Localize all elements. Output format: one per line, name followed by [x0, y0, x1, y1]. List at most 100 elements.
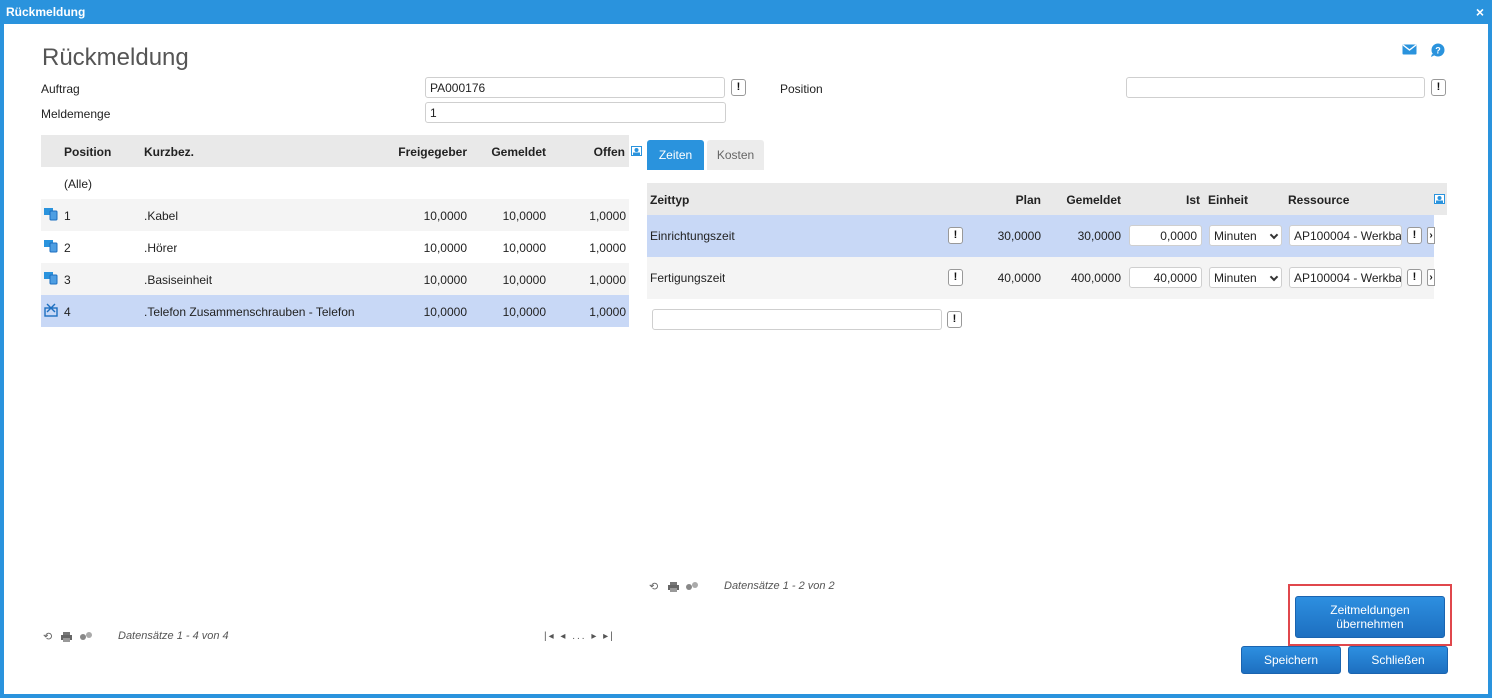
col-freigegeber[interactable]: Freigegeber — [371, 145, 467, 159]
button-label-line2: übernehmen — [1336, 617, 1404, 631]
col-ressource[interactable]: Ressource — [1288, 193, 1349, 207]
column-chooser-icon[interactable] — [1434, 194, 1445, 204]
page-title: Rückmeldung — [42, 44, 189, 71]
ressource-lookup-button[interactable]: ! — [1407, 269, 1422, 286]
tab-zeiten[interactable]: Zeiten — [647, 140, 704, 170]
row-gemeldet: 10,0000 — [502, 209, 546, 223]
row-position: 4 — [64, 305, 71, 319]
table-row[interactable]: 2 .Hörer 10,0000 10,0000 1,0000 — [41, 231, 629, 263]
svg-text:?: ? — [1435, 46, 1441, 56]
button-label-line1: Zeitmeldungen — [1330, 603, 1410, 617]
row-freigegeber: 10,0000 — [423, 273, 467, 287]
first-page-icon[interactable]: |◂ — [544, 631, 556, 642]
row-gemeldet: 10,0000 — [502, 305, 546, 319]
row-offen: 1,0000 — [589, 273, 626, 287]
tab-kosten[interactable]: Kosten — [707, 140, 764, 170]
einheit-value: Minuten — [1214, 271, 1257, 285]
next-page-icon[interactable]: ▸ — [591, 631, 598, 642]
refresh-icon[interactable]: ⟲ — [649, 580, 658, 593]
print-icon[interactable] — [61, 632, 72, 642]
column-chooser-icon[interactable] — [631, 146, 642, 156]
meldemenge-input[interactable]: 1 — [425, 102, 726, 123]
prev-page-icon[interactable]: ◂ — [560, 631, 567, 642]
row-offen: 1,0000 — [589, 241, 626, 255]
table-row[interactable]: 1 .Kabel 10,0000 10,0000 1,0000 — [41, 199, 629, 231]
new-zeittyp-input[interactable] — [652, 309, 942, 330]
table-row[interactable]: 3 .Basiseinheit 10,0000 10,0000 1,0000 — [41, 263, 629, 295]
ressource-lookup-button[interactable]: ! — [1407, 227, 1422, 244]
col-gemeldet[interactable]: Gemeldet — [1042, 193, 1121, 207]
chevron-down-icon — [1269, 230, 1279, 240]
row-zeittyp: Fertigungszeit — [650, 271, 726, 285]
row-offen: 1,0000 — [589, 209, 626, 223]
list-item-all[interactable]: (Alle) — [41, 167, 629, 199]
mail-icon[interactable] — [1402, 44, 1417, 55]
table-row[interactable]: Fertigungszeit ! 40,0000 400,0000 40,000… — [647, 257, 1435, 299]
row-kurzbez: .Telefon Zusammenschrauben - Telefon — [144, 305, 355, 319]
col-kurzbez[interactable]: Kurzbez. — [144, 145, 194, 159]
row-gemeldet: 30,0000 — [1077, 229, 1121, 243]
page-ellipsis[interactable]: ... — [572, 631, 586, 642]
positions-grid-header: Position Kurzbez. Freigegeber Gemeldet O… — [41, 135, 642, 167]
window-titlebar: Rückmeldung × — [0, 0, 1492, 24]
ressource-input[interactable]: AP100004 - Werkba — [1289, 225, 1402, 246]
zeitmeldungen-uebernehmen-button[interactable]: Zeitmeldungen übernehmen — [1295, 596, 1445, 638]
row-kurzbez: .Basiseinheit — [144, 273, 213, 287]
table-row-selected[interactable]: Einrichtungszeit ! 30,0000 30,0000 0,000… — [647, 215, 1435, 257]
all-label: (Alle) — [64, 177, 93, 191]
col-offen[interactable]: Offen — [561, 145, 625, 159]
einheit-value: Minuten — [1214, 229, 1257, 243]
row-zeittyp: Einrichtungszeit — [650, 229, 735, 243]
position-input[interactable] — [1126, 77, 1425, 98]
phone-part-icon — [44, 272, 58, 285]
position-lookup-button[interactable]: ! — [1431, 79, 1446, 96]
ressource-input[interactable]: AP100004 - Werkba — [1289, 267, 1402, 288]
assembly-icon — [44, 303, 58, 317]
col-ist[interactable]: Ist — [1127, 193, 1200, 207]
save-button[interactable]: Speichern — [1241, 646, 1341, 674]
row-freigegeber: 10,0000 — [423, 209, 467, 223]
einheit-select[interactable]: Minuten — [1209, 267, 1282, 288]
zeittyp-lookup-button[interactable]: ! — [948, 269, 963, 286]
last-page-icon[interactable]: ▸| — [603, 631, 615, 642]
settings-icon[interactable] — [685, 581, 699, 591]
records-info: Datensätze 1 - 4 von 4 — [118, 630, 229, 642]
row-position: 1 — [64, 209, 71, 223]
settings-icon[interactable] — [79, 631, 93, 641]
row-plan: 40,0000 — [997, 271, 1041, 285]
row-kurzbez: .Kabel — [144, 209, 179, 223]
chevron-down-icon — [1269, 272, 1279, 282]
phone-part-icon — [44, 208, 58, 221]
row-position: 2 — [64, 241, 71, 255]
ressource-more-button[interactable]: › — [1427, 269, 1435, 286]
times-grid-header: Zeittyp Plan Gemeldet Ist Einheit Ressou… — [647, 183, 1447, 215]
ressource-more-button[interactable]: › — [1427, 227, 1435, 244]
dialog-body: Rückmeldung ? Auftrag PA000176 ! Positio… — [4, 24, 1488, 694]
row-freigegeber: 10,0000 — [423, 241, 467, 255]
records-info: Datensätze 1 - 2 von 2 — [724, 580, 835, 592]
help-chat-icon[interactable]: ? — [1430, 43, 1445, 57]
ist-input[interactable]: 0,0000 — [1129, 225, 1202, 246]
position-label: Position — [780, 82, 823, 96]
row-offen: 1,0000 — [589, 305, 626, 319]
print-icon[interactable] — [668, 582, 679, 592]
col-position[interactable]: Position — [64, 145, 111, 159]
col-einheit[interactable]: Einheit — [1208, 193, 1248, 207]
refresh-icon[interactable]: ⟲ — [43, 630, 52, 643]
phone-part-icon — [44, 240, 58, 253]
auftrag-lookup-button[interactable]: ! — [731, 79, 746, 96]
col-plan[interactable]: Plan — [957, 193, 1041, 207]
table-row-selected[interactable]: 4 .Telefon Zusammenschrauben - Telefon 1… — [41, 295, 629, 327]
row-freigegeber: 10,0000 — [423, 305, 467, 319]
einheit-select[interactable]: Minuten — [1209, 225, 1282, 246]
pager[interactable]: |◂ ◂ ... ▸ ▸| — [544, 631, 615, 642]
row-gemeldet: 10,0000 — [502, 273, 546, 287]
ist-input[interactable]: 40,0000 — [1129, 267, 1202, 288]
col-gemeldet[interactable]: Gemeldet — [471, 145, 546, 159]
zeittyp-lookup-button[interactable]: ! — [948, 227, 963, 244]
new-zeittyp-lookup-button[interactable]: ! — [947, 311, 962, 328]
close-window-icon[interactable]: × — [1476, 4, 1484, 20]
close-button[interactable]: Schließen — [1348, 646, 1448, 674]
col-zeittyp[interactable]: Zeittyp — [650, 193, 689, 207]
auftrag-input[interactable]: PA000176 — [425, 77, 725, 98]
